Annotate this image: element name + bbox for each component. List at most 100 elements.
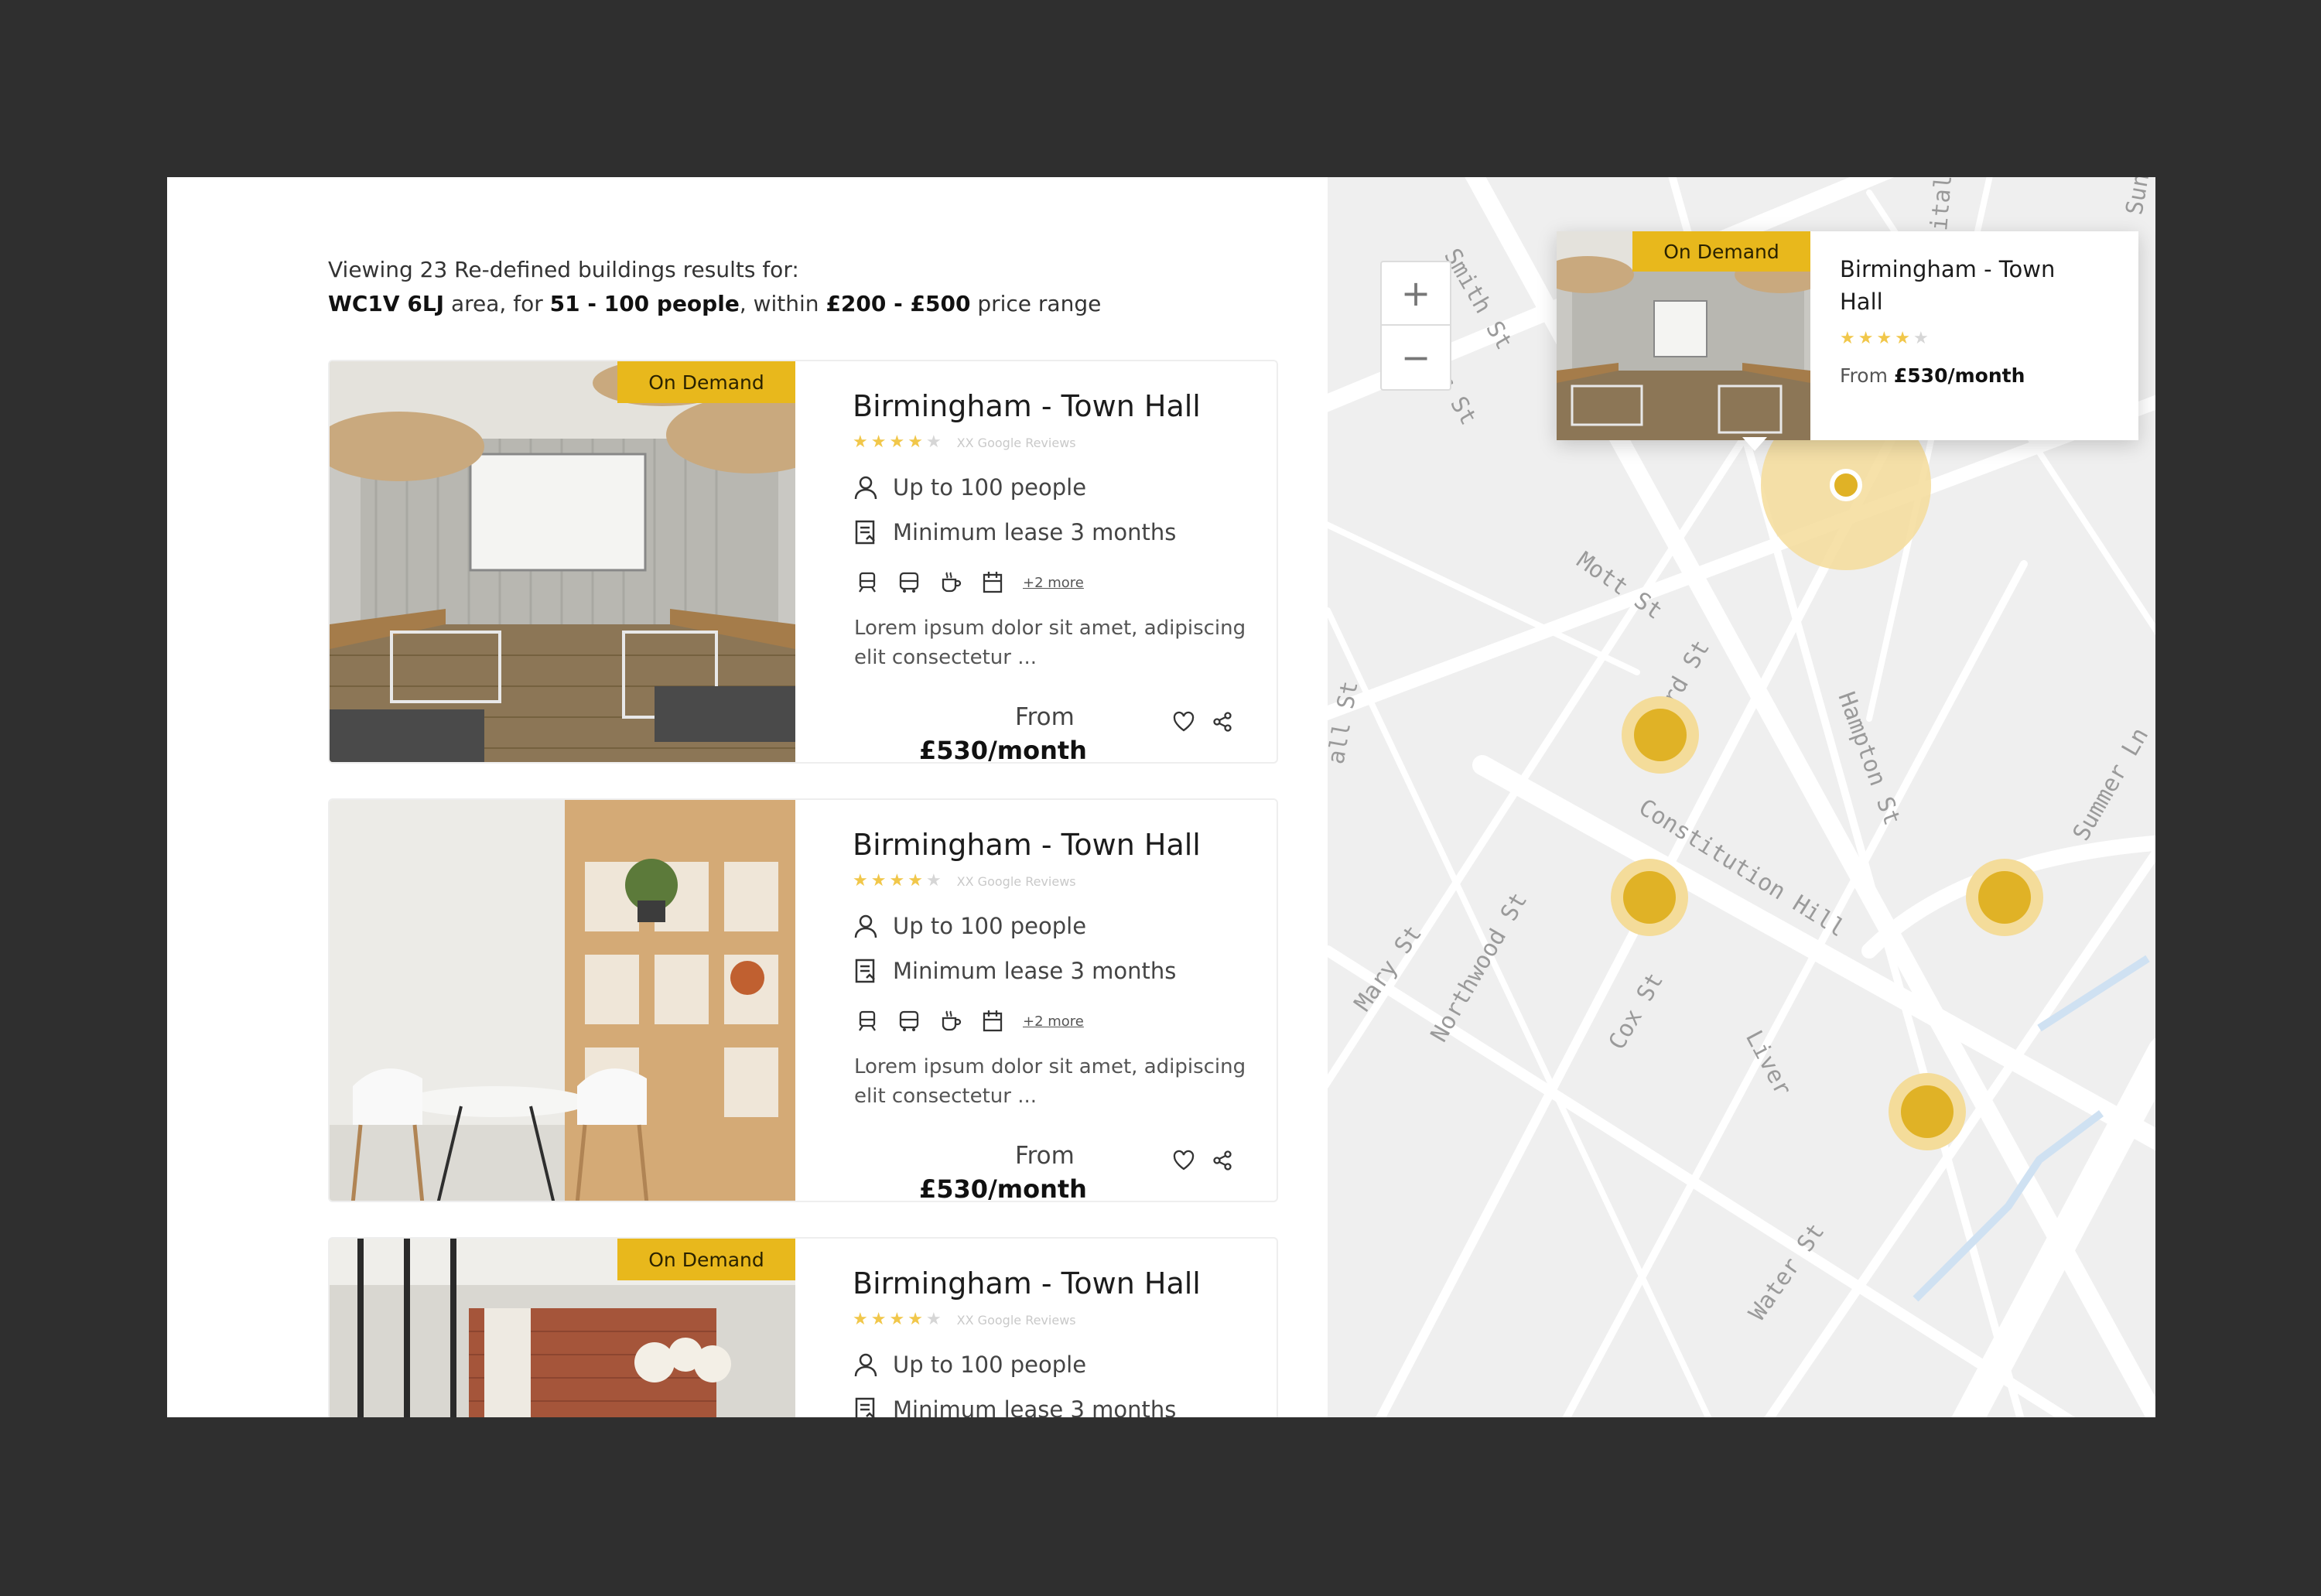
star-icon: ★ [870,871,887,890]
star-icon: ★ [889,1310,905,1329]
listing-photo[interactable] [330,800,795,1201]
star-rating: ★ ★ ★ ★ ★ [1840,330,1929,347]
listing-title[interactable]: Birmingham - Town Hall [853,828,1201,862]
on-demand-badge: On Demand [617,1239,795,1280]
contract-icon [853,1396,879,1417]
star-icon: ★ [925,871,942,890]
map[interactable]: Smith St r St Mott St ard St all St Hamp… [1328,177,2155,1417]
coffee-icon [939,1009,964,1034]
star-rating: ★ ★ ★ ★ ★ XX Google Reviews [853,873,1076,890]
capacity-row: Up to 100 people [853,474,1086,501]
search-criteria: WC1V 6LJ area, for 51 - 100 people, with… [328,291,1102,316]
star-icon: ★ [853,871,868,890]
lease-text: Minimum lease 3 months [893,1396,1177,1417]
person-icon [853,913,879,939]
listing-card[interactable]: Birmingham - Town Hall ★ ★ ★ ★ ★ XX Google R… [328,798,1278,1202]
lease-text: Minimum lease 3 months [893,519,1177,545]
lease-row: Minimum lease 3 months [853,519,1176,545]
lease-text: Minimum lease 3 months [893,958,1177,984]
train-icon [856,1009,880,1034]
review-count: XX Google Reviews [956,435,1076,450]
bus-icon [897,1009,922,1034]
capacity-text: Up to 100 people [893,913,1087,939]
listing-photo[interactable]: On Demand [330,1239,795,1417]
star-icon: ★ [908,1310,923,1329]
review-count: XX Google Reviews [956,1312,1076,1328]
capacity-text: Up to 100 people [893,1352,1087,1378]
listing-card[interactable]: On Demand Birmingham - Town Hall ★ ★ ★ ★ ★ X… [328,360,1278,764]
capacity-text: Up to 100 people [893,474,1087,501]
person-icon [853,1352,879,1378]
popup-pointer [1742,437,1767,451]
capacity-row: Up to 100 people [853,1352,1086,1378]
share-icon [1213,712,1232,732]
location-marker[interactable] [1901,1085,1954,1138]
results-count: Viewing 23 Re-defined buildings results … [328,257,799,282]
star-icon: ★ [1913,329,1929,348]
star-icon: ★ [889,871,905,890]
selected-location-marker[interactable] [1830,469,1862,501]
listing-description: Lorem ipsum dolor sit amet, adipiscing e… [854,617,1246,669]
star-icon: ★ [1840,329,1855,348]
star-icon: ★ [925,1310,942,1329]
lease-row: Minimum lease 3 months [853,958,1176,984]
on-demand-badge: On Demand [1632,231,1810,272]
star-icon: ★ [853,1310,868,1329]
zoom-out-button[interactable]: − [1382,326,1450,389]
listing-photo[interactable]: On Demand [330,361,795,762]
results-summary: Viewing 23 Re-defined buildings results … [328,253,1101,321]
parking-icon [981,570,1006,595]
app-window: Viewing 23 Re-defined buildings results … [167,177,2155,1417]
listing-card[interactable]: On Demand Birmingham - Town Hall ★ ★ ★ ★ ★ X… [328,1237,1278,1417]
location-marker[interactable] [1623,871,1676,924]
price-from-label: From [1015,1142,1075,1170]
star-icon: ★ [870,1310,887,1329]
amenities: +2 more [856,1009,1084,1034]
star-icon: ★ [1895,329,1910,348]
share-button[interactable] [1208,1147,1236,1174]
location-marker[interactable] [1978,871,2031,924]
share-button[interactable] [1208,708,1236,736]
person-icon [853,474,879,501]
contract-icon [853,519,879,545]
listing-price: £530/month [919,1174,1087,1202]
star-icon: ★ [908,432,923,452]
popup-price: From £530/month [1840,364,2025,387]
star-icon: ★ [870,432,887,452]
star-icon: ★ [1858,329,1874,348]
star-icon: ★ [925,432,942,452]
results-list: Viewing 23 Re-defined buildings results … [167,177,1328,1417]
map-popup-card[interactable]: On Demand Birmingham - Town Hall ★ ★ ★ ★ ★ F… [1557,231,2138,440]
more-amenities-link[interactable]: +2 more [1023,1013,1084,1030]
share-icon [1213,1150,1232,1171]
location-marker[interactable] [1634,709,1687,761]
star-icon: ★ [1876,329,1892,348]
price-from-label: From [1015,703,1075,731]
train-icon [856,570,880,595]
review-count: XX Google Reviews [956,873,1076,889]
star-icon: ★ [889,432,905,452]
on-demand-badge: On Demand [617,361,795,403]
favorite-button[interactable] [1170,708,1198,736]
listing-title[interactable]: Birmingham - Town Hall [853,389,1201,423]
popup-title[interactable]: Birmingham - Town Hall [1840,253,2087,318]
contract-icon [853,958,879,984]
heart-icon [1173,1150,1195,1171]
zoom-control: + − [1380,261,1451,391]
lease-row: Minimum lease 3 months [853,1396,1176,1417]
street-label: ital [1926,177,1957,232]
popup-photo[interactable]: On Demand [1557,231,1810,440]
listing-price: £530/month [919,736,1087,764]
more-amenities-link[interactable]: +2 more [1023,575,1084,591]
listing-title[interactable]: Birmingham - Town Hall [853,1266,1201,1300]
star-icon: ★ [908,871,923,890]
amenities: +2 more [856,570,1084,595]
zoom-in-button[interactable]: + [1382,262,1450,326]
favorite-button[interactable] [1170,1147,1198,1174]
heart-icon [1173,711,1195,732]
star-rating: ★ ★ ★ ★ ★ XX Google Reviews [853,1311,1076,1328]
star-icon: ★ [853,432,868,452]
star-rating: ★ ★ ★ ★ ★ XX Google Reviews [853,434,1076,451]
capacity-row: Up to 100 people [853,913,1086,939]
parking-icon [981,1009,1006,1034]
